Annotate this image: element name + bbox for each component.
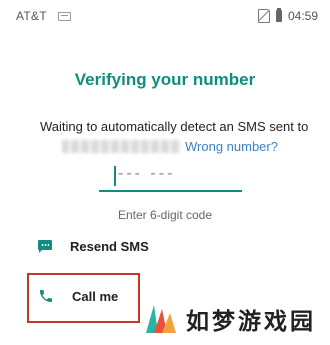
code-placeholder: --- --- [118,165,176,182]
verification-description: Waiting to automatically detect an SMS s… [40,117,310,157]
sms-icon [38,240,52,253]
battery-icon [275,8,282,22]
text-cursor [114,166,116,186]
watermark-text: 如梦游戏园 [186,308,316,335]
status-bar: AT&T 04:59 [0,0,330,30]
code-input[interactable]: --- --- [99,158,242,192]
wrong-number-link[interactable]: Wrong number? [185,137,278,157]
description-second-line: Wrong number? [40,137,310,157]
screen-cast-icon [58,12,71,21]
status-time: 04:59 [287,9,318,23]
call-me-highlight [27,273,140,323]
status-icons: 04:59 [257,8,318,23]
resend-sms-label: Resend SMS [70,238,149,254]
code-hint: Enter 6-digit code [117,208,213,222]
redacted-phone-number [62,140,180,153]
carrier-name: AT&T [16,9,47,23]
description-text: Waiting to automatically detect an SMS s… [40,119,309,134]
no-sim-icon [257,9,270,23]
watermark: 如梦游戏园 [140,296,330,341]
resend-sms-button[interactable]: Resend SMS [38,233,149,259]
page-title: Verifying your number [74,70,256,89]
watermark-logo-icon [146,304,176,333]
code-input-underline [99,190,242,192]
